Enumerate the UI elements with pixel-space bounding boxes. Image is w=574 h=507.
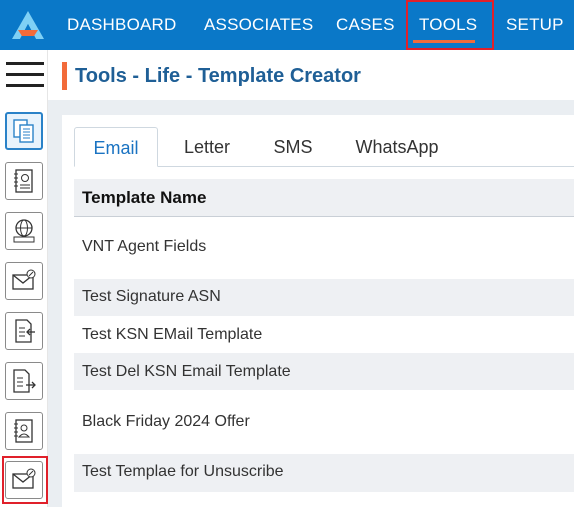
sidebar-document-import-button[interactable]	[5, 312, 43, 350]
sidebar-contact-book-button[interactable]	[5, 162, 43, 200]
nav-tools-highlight-box	[406, 0, 494, 50]
sidebar-highlight-box	[2, 456, 48, 504]
table-row[interactable]: Test KSN EMail Template	[74, 316, 574, 353]
template-name-cell[interactable]: Test Templae for Unsuscribe	[82, 463, 284, 481]
tab-email[interactable]: Email	[74, 127, 158, 167]
table-row[interactable]: Test Signature ASN	[74, 279, 574, 316]
sidebar-document-export-button[interactable]	[5, 362, 43, 400]
hamburger-menu-icon[interactable]	[6, 60, 44, 90]
nav-dashboard[interactable]: DASHBOARD	[67, 0, 177, 50]
web-globe-icon	[13, 219, 35, 243]
column-header-template-name[interactable]: Template Name	[82, 179, 206, 217]
tab-sms[interactable]: SMS	[262, 127, 324, 167]
template-name-cell[interactable]: Test KSN EMail Template	[82, 326, 262, 344]
app-logo-icon[interactable]	[8, 8, 48, 42]
id-document-icon	[14, 419, 33, 443]
document-export-icon	[13, 369, 36, 393]
template-name-cell[interactable]: VNT Agent Fields	[82, 238, 206, 256]
template-type-tabs: Email Letter SMS WhatsApp	[74, 127, 574, 167]
table-row[interactable]: Test Templae for Unsuscribe	[74, 454, 574, 492]
sidebar-id-document-button[interactable]	[5, 412, 43, 450]
nav-associates[interactable]: ASSOCIATES	[204, 0, 313, 50]
tab-whatsapp[interactable]: WhatsApp	[344, 127, 450, 167]
sidebar-documents-button[interactable]	[5, 112, 43, 150]
nav-cases[interactable]: CASES	[336, 0, 395, 50]
page-title-accent	[62, 62, 67, 90]
table-row[interactable]: Test Del KSN Email Template	[74, 353, 574, 390]
document-import-icon	[15, 319, 35, 343]
table-row[interactable]: VNT Agent Fields	[74, 218, 574, 278]
template-name-cell[interactable]: Test Signature ASN	[82, 288, 221, 306]
table-header: Template Name	[74, 179, 574, 217]
tab-letter[interactable]: Letter	[170, 127, 244, 167]
contact-book-icon	[14, 169, 33, 193]
documents-icon	[13, 119, 34, 143]
email-send-icon	[12, 269, 36, 290]
nav-setup[interactable]: SETUP	[506, 0, 564, 50]
page-title: Tools - Life - Template Creator	[75, 65, 361, 87]
top-navbar: DASHBOARD ASSOCIATES CASES TOOLS SETUP	[0, 0, 574, 50]
template-name-cell[interactable]: Test Del KSN Email Template	[82, 363, 291, 381]
sidebar-web-button[interactable]	[5, 212, 43, 250]
table-row[interactable]: Black Friday 2024 Offer	[74, 391, 574, 453]
template-name-cell[interactable]: Black Friday 2024 Offer	[82, 413, 250, 431]
sidebar-email-send-button[interactable]	[5, 262, 43, 300]
